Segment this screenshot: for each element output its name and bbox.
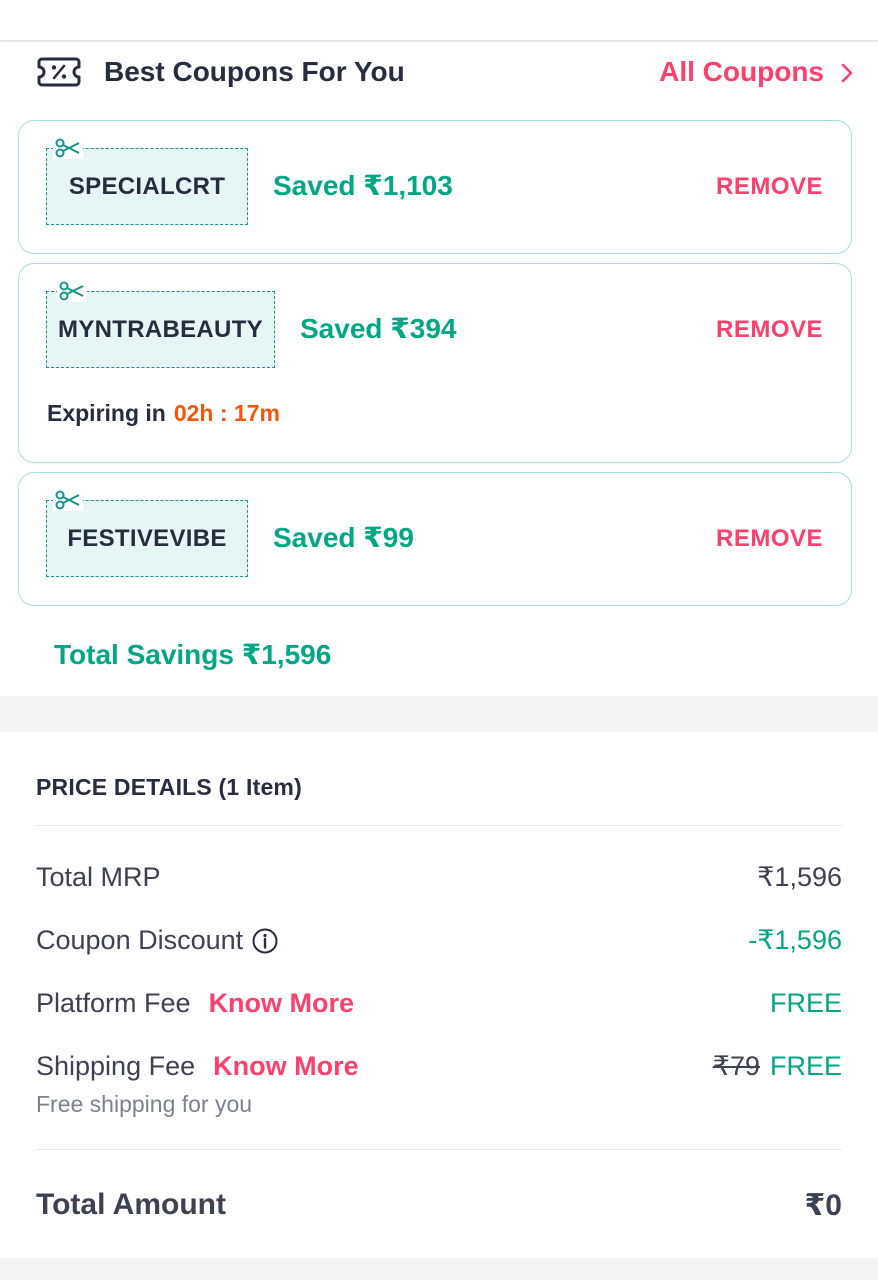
- coupon-code: FESTIVEVIBE: [67, 524, 227, 552]
- coupon-card-myntrabeauty: MYNTRABEAUTY Saved ₹394 REMOVE Expiring …: [18, 263, 852, 463]
- expiry-timer: 02h : 17m: [173, 400, 280, 426]
- discount-ticket-icon: [36, 55, 82, 89]
- shipping-fee-know-more-link[interactable]: Know More: [213, 1051, 359, 1082]
- price-details-title: PRICE DETAILS (1 Item): [36, 774, 302, 800]
- coupon-code-box: MYNTRABEAUTY: [46, 291, 275, 368]
- coupon-discount-label: Coupon Discount: [36, 925, 279, 956]
- divider: [36, 1149, 842, 1150]
- info-icon[interactable]: [251, 927, 279, 955]
- shipping-fee-label: Shipping Fee Know More: [36, 1051, 359, 1082]
- coupon-discount-value: -₹1,596: [748, 925, 842, 955]
- row-label-text: Coupon Discount: [36, 925, 244, 955]
- all-coupons-label: All Coupons: [659, 56, 824, 87]
- scissors-icon: [53, 137, 83, 159]
- coupon-expiry: Expiring in 02h : 17m: [47, 400, 280, 427]
- coupon-code: SPECIALCRT: [68, 172, 226, 200]
- saved-amount: Saved ₹394: [300, 313, 457, 344]
- coupon-code-box: SPECIALCRT: [46, 148, 248, 225]
- divider: [36, 825, 842, 826]
- chevron-right-icon: [838, 60, 856, 84]
- platform-fee-know-more-link[interactable]: Know More: [209, 988, 355, 1019]
- row-label-text: Shipping Fee: [36, 1051, 196, 1081]
- shipping-fee-value: ₹79 FREE: [713, 1051, 842, 1082]
- scissors-icon: [57, 280, 87, 302]
- saved-amount: Saved ₹1,103: [273, 170, 453, 201]
- total-savings: Total Savings ₹1,596: [54, 639, 332, 670]
- row-label-text: Total MRP: [36, 862, 161, 892]
- coupon-code-box: FESTIVEVIBE: [46, 500, 248, 577]
- total-amount-label: Total Amount: [36, 1188, 226, 1221]
- total-mrp-label: Total MRP: [36, 862, 161, 893]
- coupon-code: MYNTRABEAUTY: [58, 315, 263, 343]
- coupon-card-specialcrt: SPECIALCRT Saved ₹1,103 REMOVE: [18, 120, 852, 254]
- saved-amount: Saved ₹99: [273, 522, 414, 553]
- remove-coupon-button[interactable]: REMOVE: [716, 316, 823, 344]
- scissors-icon: [53, 489, 83, 511]
- coupons-header: Best Coupons For You All Coupons: [36, 52, 856, 92]
- all-coupons-link[interactable]: All Coupons: [659, 56, 856, 88]
- free-shipping-note: Free shipping for you: [36, 1091, 253, 1117]
- coupon-card-festivevibe: FESTIVEVIBE Saved ₹99 REMOVE: [18, 472, 852, 606]
- row-label-text: Platform Fee: [36, 988, 191, 1018]
- platform-fee-label: Platform Fee Know More: [36, 988, 354, 1019]
- remove-coupon-button[interactable]: REMOVE: [716, 173, 823, 201]
- coupons-title: Best Coupons For You: [104, 56, 405, 87]
- shipping-fee-free: FREE: [769, 1051, 842, 1081]
- expiring-label: Expiring in: [47, 400, 166, 426]
- platform-fee-value: FREE: [769, 988, 842, 1018]
- remove-coupon-button[interactable]: REMOVE: [716, 525, 823, 553]
- price-details-section: PRICE DETAILS (1 Item) Total MRP ₹1,596 …: [0, 732, 878, 1258]
- total-mrp-value: ₹1,596: [757, 862, 842, 892]
- original-shipping-fee: ₹79: [712, 1051, 760, 1081]
- top-bar: [0, 0, 878, 40]
- coupons-section: Best Coupons For You All Coupons SPECIAL…: [0, 42, 878, 696]
- total-amount-value: ₹0: [804, 1189, 842, 1222]
